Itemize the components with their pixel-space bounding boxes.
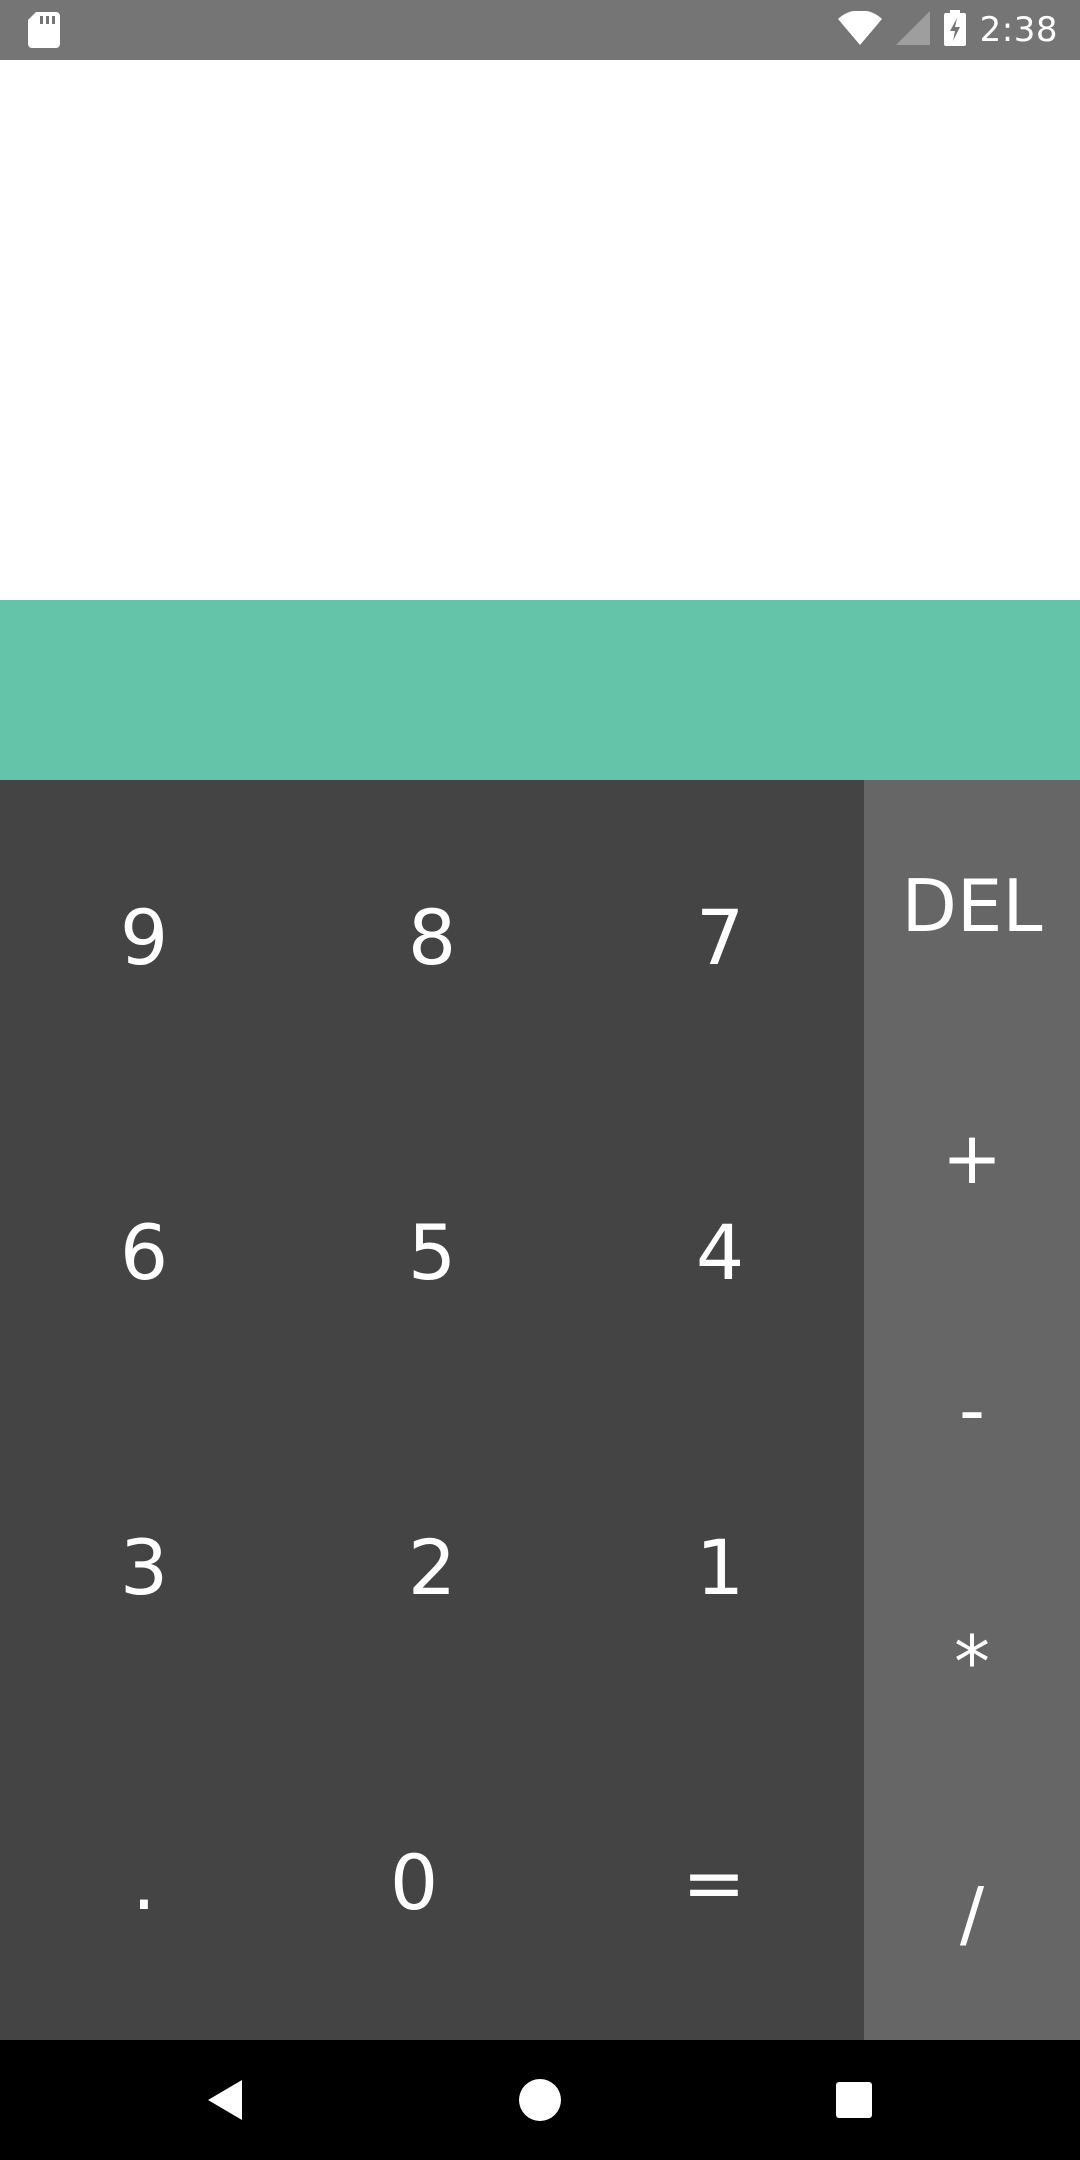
key-0[interactable]: 0 (270, 1725, 558, 2040)
key-1[interactable]: 1 (576, 1410, 864, 1725)
key-4[interactable]: 4 (576, 1095, 864, 1410)
cell-signal-icon (895, 11, 930, 49)
key-9[interactable]: 9 (0, 780, 288, 1095)
recents-icon[interactable] (824, 2070, 884, 2130)
key-7[interactable]: 7 (576, 780, 864, 1095)
back-icon[interactable] (196, 2070, 256, 2130)
navigation-bar (0, 2040, 1080, 2160)
sd-card-icon (28, 12, 60, 48)
key-8[interactable]: 8 (288, 780, 576, 1095)
divide-button[interactable]: / (864, 1788, 1080, 2040)
subtract-button[interactable]: - (864, 1284, 1080, 1536)
delete-button[interactable]: DEL (864, 780, 1080, 1032)
key-3[interactable]: 3 (0, 1410, 288, 1725)
status-time: 2:38 (979, 10, 1058, 50)
key-equals[interactable]: = (570, 1725, 858, 2040)
home-icon[interactable] (510, 2070, 570, 2130)
wifi-icon (837, 10, 882, 49)
result-display (0, 600, 1080, 780)
add-button[interactable]: + (864, 1032, 1080, 1284)
multiply-button[interactable]: * (864, 1536, 1080, 1788)
battery-charging-icon (943, 10, 966, 50)
key-6[interactable]: 6 (0, 1095, 288, 1410)
number-keypad: 9 8 7 6 5 4 3 2 1 . 0 = (0, 780, 864, 2040)
expression-display[interactable] (0, 60, 1080, 600)
key-decimal[interactable]: . (0, 1725, 288, 2040)
status-icons: 2:38 (837, 0, 1058, 60)
key-5[interactable]: 5 (288, 1095, 576, 1410)
calculator-screen: 2:38 9 8 7 6 5 4 3 2 1 . 0 = DEL + - * / (0, 0, 1080, 2160)
status-bar: 2:38 (0, 0, 1080, 60)
key-2[interactable]: 2 (288, 1410, 576, 1725)
operator-keypad: DEL + - * / (864, 780, 1080, 2040)
